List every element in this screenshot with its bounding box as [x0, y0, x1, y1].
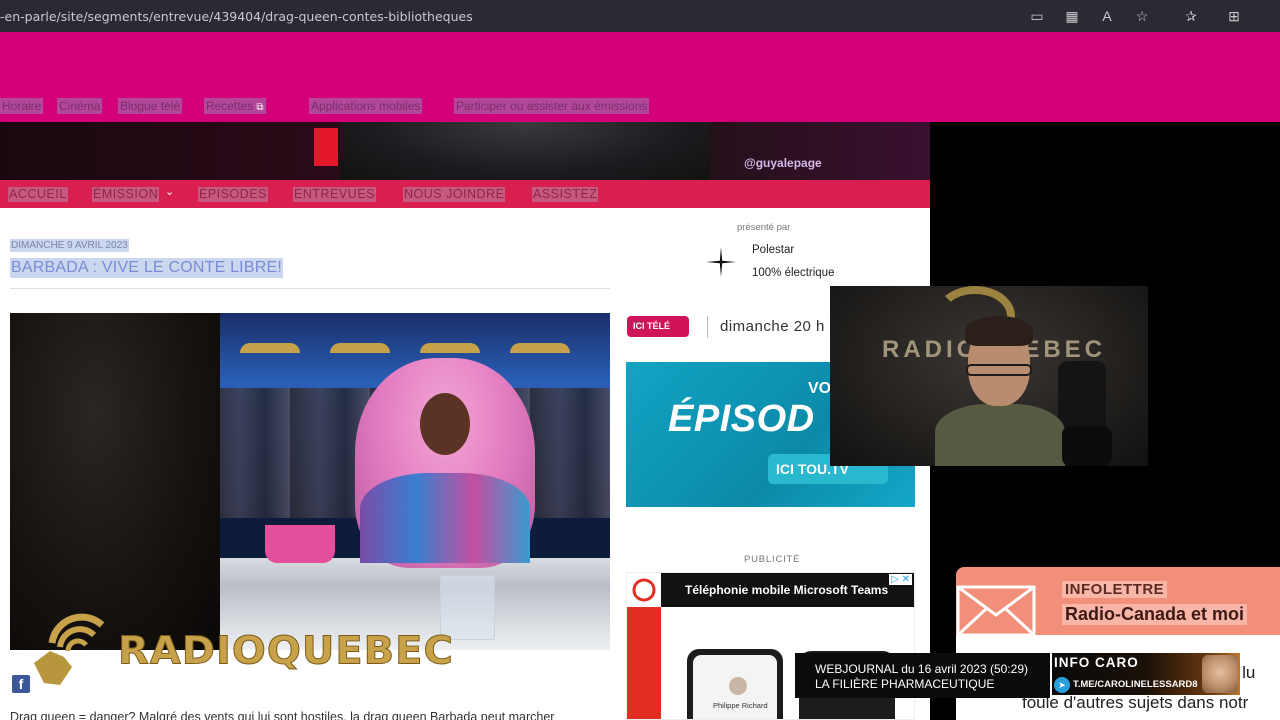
topnav-participer[interactable]: Participer ou assister aux émissions	[454, 98, 650, 114]
topnav-recettes[interactable]: Recettes ⧉	[204, 98, 266, 114]
phone-mockup: Philippe Richard	[687, 649, 783, 719]
topnav-cinema[interactable]: Cinéma	[57, 98, 103, 114]
show-banner: @guyalepage	[0, 122, 930, 180]
article-date: DIMANCHE 9 AVRIL 2023	[10, 239, 129, 252]
info-caro-badge: INFO CARO ➤ T.ME/CAROLINELESSARD8	[1052, 653, 1240, 695]
presenter-hair	[965, 316, 1033, 346]
contact-name: Philippe Richard	[713, 701, 768, 710]
avatar	[1202, 655, 1238, 693]
pink-basket	[265, 525, 335, 563]
reader-view-icon[interactable]: ▭	[1028, 7, 1046, 25]
newsletter-text: foule d'autres sujets dans notr	[1022, 693, 1249, 712]
chevron-down-icon[interactable]: ⌄	[165, 185, 174, 198]
ad-red-strip	[627, 607, 661, 719]
tab-emission[interactable]: ÉMISSION	[92, 187, 160, 202]
studio-light	[330, 343, 390, 353]
lower-third-caption: WEBJOURNAL du 16 avril 2023 (50:29) LA F…	[795, 653, 1050, 698]
topnav-horaire[interactable]: Horaire	[0, 98, 44, 114]
guest-face	[420, 393, 470, 455]
tab-accueil[interactable]: ACCUEIL	[8, 187, 68, 202]
favorite-add-icon[interactable]: ☆	[1133, 7, 1151, 25]
ad-choices-icon[interactable]: ▷ ✕	[889, 574, 912, 585]
caption-line-2: LA FILIÈRE PHARMACEUTIQUE	[815, 677, 995, 691]
topnav-recettes-label: Recettes	[206, 99, 254, 113]
tab-entrevues[interactable]: ENTREVUES	[293, 187, 376, 202]
microphone	[1062, 426, 1112, 466]
tab-assistez[interactable]: ASSISTEZ	[532, 187, 599, 202]
host-handle: @guyalepage	[744, 156, 822, 170]
ad-title[interactable]: Téléphonie mobile Microsoft Teams	[661, 573, 914, 607]
favorites-icon[interactable]: ✰	[1182, 7, 1200, 25]
presented-by-label: présenté par	[737, 222, 791, 233]
publicite-label: PUBLICITÉ	[744, 554, 801, 565]
screen: -en-parle/site/segments/entrevue/439404/…	[0, 0, 1280, 720]
studio-light	[240, 343, 300, 353]
divider	[10, 288, 610, 289]
radioquebec-watermark: RADIOQUEBEC	[118, 629, 454, 674]
newsletter-label: INFOLETTRE	[1062, 581, 1168, 598]
apps-icon[interactable]: ▦	[1063, 7, 1081, 25]
airtime-text: dimanche 20 h	[720, 318, 825, 335]
studio-light	[510, 343, 570, 353]
info-caro-title: INFO CARO	[1054, 655, 1139, 670]
tab-nous-joindre[interactable]: NOUS JOINDRE	[403, 187, 506, 202]
host-photo	[340, 122, 710, 180]
article-description: Drag queen = danger? Malgré des vents qu…	[10, 710, 555, 720]
address-bar[interactable]: -en-parle/site/segments/entrevue/439404/…	[0, 9, 473, 24]
envelope-icon	[956, 585, 1036, 637]
presenter-body	[935, 404, 1065, 466]
read-aloud-icon[interactable]: A	[1098, 7, 1116, 25]
webcam-overlay: RADIO Q EBEC	[830, 286, 1148, 466]
telegram-icon: ➤	[1054, 677, 1070, 693]
tab-episodes[interactable]: ÉPISODES	[198, 187, 268, 202]
separator	[707, 316, 708, 338]
video-player[interactable]	[10, 313, 610, 650]
ici-tele-badge[interactable]: ICI TÉLÉ	[627, 316, 689, 337]
telegram-link: T.ME/CAROLINELESSARD8	[1073, 679, 1198, 690]
presenter-glasses	[966, 364, 1032, 376]
collections-icon[interactable]: ⊞	[1225, 7, 1243, 25]
caption-line-1: WEBJOURNAL du 16 avril 2023 (50:29)	[815, 662, 1028, 676]
guest-dress	[360, 473, 530, 563]
telecom-logo-icon	[632, 578, 656, 602]
radioquebec-logo-icon	[34, 613, 105, 685]
newsletter-title: Radio-Canada et moi	[1062, 604, 1248, 625]
promo-headline: ÉPISOD	[668, 398, 815, 440]
sponsor-tagline: 100% électrique	[752, 267, 835, 279]
banner-red-accent	[314, 128, 338, 166]
polestar-logo-icon	[706, 247, 736, 277]
external-link-icon: ⧉	[256, 102, 264, 113]
topnav-applications[interactable]: Applications mobiles	[309, 98, 423, 114]
phone-screen: Philippe Richard	[693, 655, 777, 719]
browser-toolbar: -en-parle/site/segments/entrevue/439404/…	[0, 0, 1280, 32]
avatar	[729, 677, 747, 695]
studio-light	[420, 343, 480, 353]
facebook-icon[interactable]: f	[12, 675, 30, 693]
promo-vo: VO	[808, 380, 832, 397]
host-silhouette	[10, 313, 220, 650]
sponsor-name[interactable]: Polestar	[752, 244, 794, 256]
show-nav: ACCUEIL ÉMISSION ⌄ ÉPISODES ENTREVUES NO…	[0, 180, 930, 208]
article-title: BARBADA : VIVE LE CONTE LIBRE!	[10, 258, 283, 278]
topnav-blogue-tele[interactable]: Blogue télé	[118, 98, 183, 114]
